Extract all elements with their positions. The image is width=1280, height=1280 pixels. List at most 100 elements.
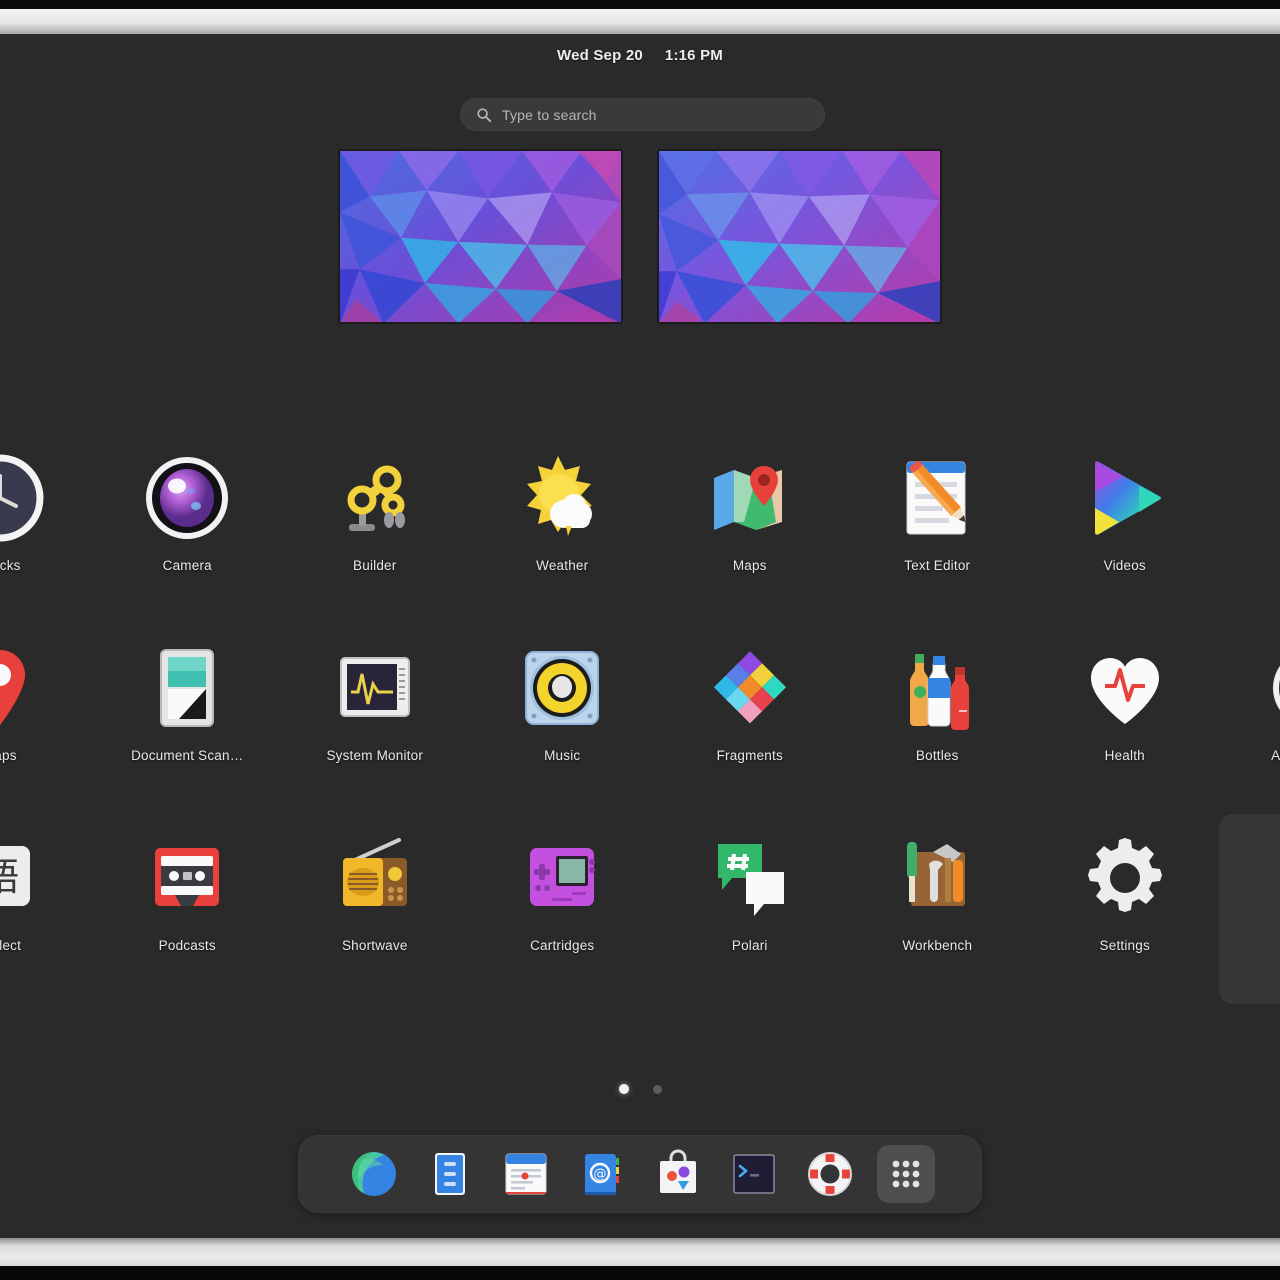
wallpaper-low-poly [340,150,621,322]
svg-text:@: @ [594,1167,607,1182]
app-label: Maps [0,748,17,763]
workspace-thumbnail-2[interactable] [657,148,942,324]
app-label: System Monitor [326,748,424,763]
app-label: Fragments [716,748,783,763]
page-dot-2[interactable] [652,1084,662,1094]
app-item-dialect[interactable]: 語 Dialect [0,814,94,1004]
cartridges-icon [514,830,610,926]
app-item-shortwave[interactable]: Shortwave [281,814,469,1004]
bottles-icon [889,640,985,736]
app-label: Podcasts [158,938,216,953]
bezel-top-black [0,0,1280,9]
bezel-bottom-black [0,1266,1280,1280]
fragments-icon [702,640,798,736]
clocks-icon [0,450,48,546]
app-item-music[interactable]: Music [469,624,657,814]
app-label: Camera [162,558,212,573]
app-item-authenticator[interactable]: Authenticator [1219,624,1280,814]
calendar-icon [501,1149,551,1199]
app-label: Text Editor [904,558,971,573]
top-bar: Wed Sep 20 1:16 PM [0,34,1280,76]
show-applications-button[interactable] [877,1145,935,1203]
dock-item-calendar[interactable] [497,1145,555,1203]
health-icon [1077,640,1173,736]
app-item-podcasts[interactable]: Podcasts [94,814,282,1004]
wallpaper-low-poly [659,150,940,322]
system-monitor-icon [327,640,423,736]
dock-item-web[interactable] [345,1145,403,1203]
app-grid-row: Clocks [0,434,1280,624]
app-item-workbench[interactable]: Workbench [844,814,1032,1004]
help-icon [805,1149,855,1199]
topbar-date: Wed Sep 20 [556,46,643,64]
workspace-thumbnail-1[interactable] [338,148,623,324]
app-item-camera[interactable]: Camera [94,434,282,624]
app-item-document-scanner[interactable]: Document Scan… [94,624,282,814]
dash: @ [298,1135,982,1213]
bezel-top-gray [0,9,1280,34]
topbar-time: 1:16 PM [664,46,723,64]
dock-item-files[interactable] [421,1145,479,1203]
dock-item-help[interactable] [801,1145,859,1203]
map-pin-icon [0,640,48,736]
app-grid-icon [881,1149,931,1199]
web-icon [349,1149,399,1199]
search-input[interactable]: Type to search [460,98,825,131]
app-label: Maps [732,558,767,573]
app-item-weather[interactable]: Weather [469,434,657,624]
maps-icon [702,450,798,546]
search-placeholder: Type to search [502,106,597,123]
app-label: Music [544,748,581,763]
builder-icon [327,450,423,546]
app-label: Videos [1103,558,1146,573]
dock-item-software[interactable] [649,1145,707,1203]
app-label: Cartridges [530,938,595,953]
files-icon [425,1149,475,1199]
dock-item-terminal[interactable] [725,1145,783,1203]
text-editor-icon [889,450,985,546]
search-icon [476,107,492,123]
app-item-videos[interactable]: Videos [1031,434,1219,624]
app-item-settings[interactable]: Settings [1031,814,1219,1004]
app-label: Dialect [0,938,22,953]
camera-icon [139,450,235,546]
app-label: Health [1104,748,1145,763]
app-item-system-monitor[interactable]: System Monitor [281,624,469,814]
app-item-calculator[interactable]: Calculator [1219,434,1280,624]
monitor-frame: Wed Sep 20 1:16 PM Type to search cks Ca… [0,0,1280,1280]
shortwave-icon [327,830,423,926]
music-icon [514,640,610,736]
workspace-thumbnails [0,146,1280,326]
app-item-cartridges[interactable]: Cartridges [469,814,657,1004]
app-item-usage[interactable]: Usage [1218,814,1280,1004]
authenticator-icon [1264,640,1280,736]
app-item-polari[interactable]: Polari [656,814,844,1004]
app-grid-row: Maps Document Scan… [0,624,1280,814]
page-dot-1[interactable] [618,1084,629,1094]
app-item-bottles[interactable]: Bottles [844,624,1032,814]
app-item-fragments[interactable]: Fragments [656,624,844,814]
app-label: Authenticator [1271,748,1280,763]
settings-icon [1077,830,1173,926]
app-label: Settings [1099,938,1150,953]
workbench-icon [889,830,985,926]
app-item-clocks[interactable]: Clocks [0,434,94,624]
podcasts-icon [139,830,235,926]
app-item-maps[interactable]: Maps [656,434,844,624]
app-label: Polari [731,938,768,953]
app-label: Workbench [902,938,973,953]
usage-icon [1264,830,1280,926]
contacts-icon: @ [577,1149,627,1199]
app-label: Builder [353,558,397,573]
calculator-icon [1264,450,1280,546]
app-label: Shortwave [341,938,408,953]
app-item-text-editor[interactable]: Text Editor [844,434,1032,624]
gnome-activities-overview: Wed Sep 20 1:16 PM Type to search cks Ca… [0,34,1280,1238]
clock-button[interactable]: Wed Sep 20 1:16 PM [557,47,723,64]
dock-item-contacts[interactable]: @ [573,1145,631,1203]
app-item-health[interactable]: Health [1031,624,1219,814]
videos-icon [1077,450,1173,546]
app-item-builder[interactable]: Builder [281,434,469,624]
app-item-maps-pin[interactable]: Maps [0,624,94,814]
bezel-bottom-gray [0,1238,1280,1266]
